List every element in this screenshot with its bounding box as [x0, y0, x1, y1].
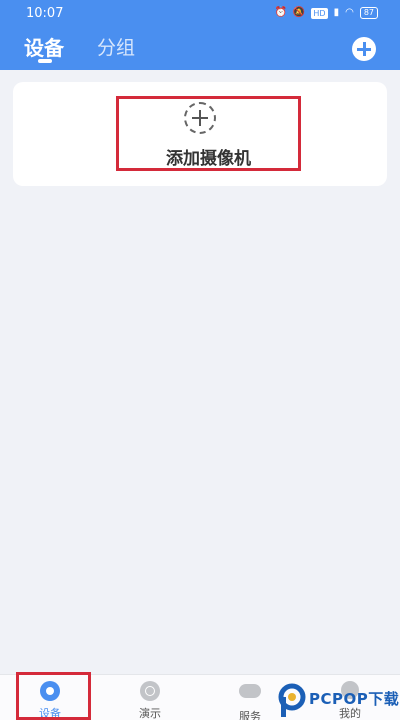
mute-icon: 🔕 [292, 7, 306, 18]
nav-label: 服务 [239, 710, 261, 720]
watermark-text: PCPOP下载 [309, 690, 400, 708]
wifi-icon: ◠ [345, 7, 354, 18]
nav-item-service[interactable]: 服务 [220, 681, 280, 720]
status-icons: ⏰ 🔕 HD ▮ ◠ 87 [274, 7, 378, 19]
status-bar: 10:07 ⏰ 🔕 HD ▮ ◠ 87 [0, 0, 400, 28]
alarm-icon: ⏰ [274, 7, 287, 18]
battery-icon: 87 [359, 7, 378, 19]
nav-item-demo[interactable]: 演示 [120, 681, 180, 720]
watermark: PCPOP下载 [275, 683, 400, 720]
nav-label: 演示 [139, 707, 161, 720]
cloud-icon [239, 684, 261, 704]
signal-icon: ▮ [333, 7, 340, 18]
status-time: 10:07 [26, 6, 64, 21]
tab-groups[interactable]: 分组 [97, 33, 135, 60]
tab-devices[interactable]: 设备 [24, 32, 64, 61]
dashed-plus-circle-icon[interactable] [184, 102, 216, 134]
app-header: 10:07 ⏰ 🔕 HD ▮ ◠ 87 设备 分组 [0, 0, 400, 70]
nav-highlight-frame [16, 672, 91, 720]
add-camera-label[interactable]: 添加摄像机 [116, 144, 301, 169]
demo-icon [139, 681, 161, 701]
active-tab-indicator [38, 59, 52, 63]
pcpop-logo-icon [278, 683, 306, 717]
add-circle-icon[interactable] [352, 37, 376, 61]
hd-icon: HD [311, 7, 328, 19]
